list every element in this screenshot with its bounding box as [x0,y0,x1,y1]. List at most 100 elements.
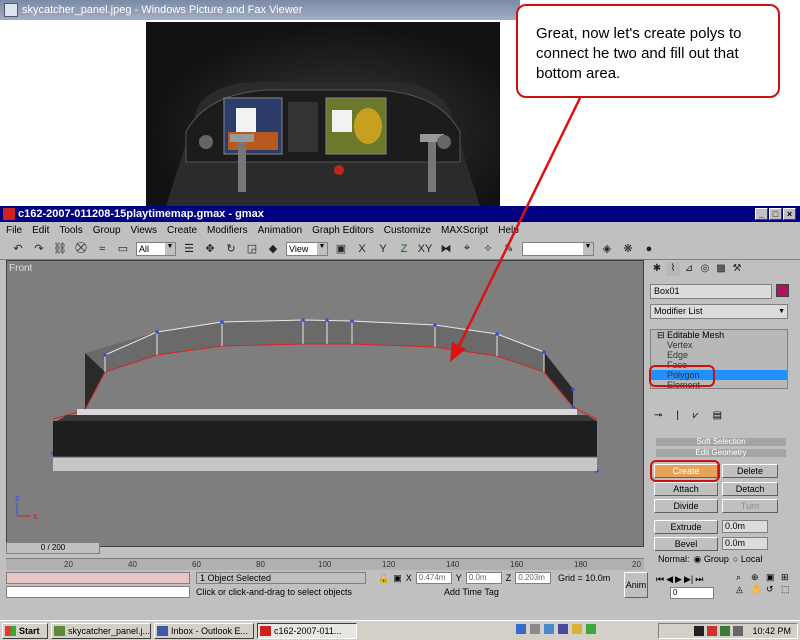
render-icon[interactable]: ❋ [620,241,636,257]
previous-frame-icon[interactable]: ◀ [666,574,673,585]
pan-icon[interactable]: ✋ [751,584,765,595]
go-to-start-icon[interactable]: ⏮ [656,574,664,585]
volume-icon[interactable] [733,626,744,636]
show-end-result-icon[interactable]: | [676,410,679,421]
go-to-end-icon[interactable]: ⏭ [695,574,703,585]
stack-item-editable-mesh[interactable]: ⊟ Editable Mesh [651,330,787,340]
x-coordinate-field[interactable]: 0.474m [415,572,452,584]
animate-button[interactable]: Anim [624,572,648,598]
zoom-extents-all-icon[interactable]: ⊞ [781,572,795,583]
settings-icon[interactable] [530,624,540,634]
make-unique-icon[interactable]: ⩗ [693,410,699,421]
folder-icon[interactable] [572,624,582,634]
maximize-button[interactable]: □ [769,208,782,220]
task-picture-viewer[interactable]: skycatcher_panel.j... [51,622,151,639]
minimize-button[interactable]: _ [755,208,768,220]
unlink-icon[interactable]: ⛒ [73,241,89,257]
network-icon[interactable] [516,624,526,634]
extrude-button[interactable]: Extrude [654,520,718,534]
add-time-tag[interactable]: Add Time Tag [444,587,499,597]
current-frame-field[interactable]: 0 [670,587,714,599]
snap-icon[interactable]: ✧ [480,241,496,257]
menu-graph-editors[interactable]: Graph Editors [312,225,374,236]
task-gmax[interactable]: c162-2007-011... [257,622,357,639]
restrict-xy-icon[interactable]: XY [417,241,433,257]
select-region-icon[interactable]: ▭ [115,241,131,257]
extrude-amount-field[interactable]: 0.0m [722,520,768,533]
object-name-field[interactable]: Box01 [650,284,772,299]
configure-sets-icon[interactable]: ▤ [713,410,722,421]
arc-rotate-icon[interactable]: ↺ [766,584,780,595]
restrict-x-icon[interactable]: X [354,241,370,257]
viewer-titlebar[interactable]: skycatcher_panel.jpeg - Windows Picture … [0,0,520,20]
normal-local-radio[interactable]: ○ Local [733,554,762,565]
quick-render-icon[interactable]: ● [641,241,657,257]
display-icon[interactable] [694,626,705,636]
bevel-button[interactable]: Bevel [654,537,718,551]
start-button[interactable]: Start [2,622,48,639]
hierarchy-tab-icon[interactable]: ⊿ [682,262,696,276]
restrict-z-icon[interactable]: Z [396,241,412,257]
stack-item-edge[interactable]: Edge [651,350,787,360]
edit-geometry-rollout[interactable]: Edit Geometry [656,449,786,457]
menu-maxscript[interactable]: MAXScript [441,225,488,236]
attach-button[interactable]: Attach [654,482,718,496]
scale-icon[interactable]: ◲ [244,241,260,257]
select-link-icon[interactable]: ⛓ [52,241,68,257]
maxscript-listener-mini[interactable] [6,572,190,584]
reference-coordinate-dropdown[interactable]: View ▼ [286,241,328,256]
menu-modifiers[interactable]: Modifiers [207,225,248,236]
bind-icon[interactable]: ≈ [94,241,110,257]
align-icon[interactable]: ⌖ [459,241,475,257]
zoom-icon[interactable]: ⌕ [736,572,750,583]
rotate-icon[interactable]: ↻ [223,241,239,257]
create-tab-icon[interactable]: ✱ [650,262,664,276]
zoom-all-icon[interactable]: ⊕ [751,572,765,583]
motion-tab-icon[interactable]: ◎ [698,262,712,276]
modify-tab-icon[interactable]: ⌇ [666,262,680,276]
menu-group[interactable]: Group [93,225,121,236]
clock[interactable]: 10:42 PM [752,626,791,636]
divide-button[interactable]: Divide [654,499,718,513]
outlook-tray-icon[interactable] [558,624,568,634]
menu-animation[interactable]: Animation [258,225,302,236]
menu-tools[interactable]: Tools [59,225,82,236]
mirror-icon[interactable]: ⧓ [438,241,454,257]
security-icon[interactable] [720,626,731,636]
undo-icon[interactable]: ↶ [10,241,26,257]
time-slider[interactable]: 0 / 200 [6,542,100,554]
material-editor-icon[interactable]: ◈ [599,241,615,257]
front-viewport[interactable]: Front z x [6,260,644,547]
maximize-viewport-icon[interactable]: ⬚ [781,584,795,595]
display-tab-icon[interactable]: ▩ [714,262,728,276]
menu-edit[interactable]: Edit [32,225,49,236]
messenger-icon[interactable] [544,624,554,634]
object-color-swatch[interactable] [776,284,789,297]
normal-group-radio[interactable]: ◉ Group [694,554,729,565]
absolute-mode-icon[interactable]: ▣ [393,573,402,584]
gmax-titlebar[interactable]: c162-2007-011208-15playtimemap.gmax - gm… [0,206,800,222]
menu-create[interactable]: Create [167,225,197,236]
named-selection-icon[interactable]: ✎ [501,241,517,257]
select-by-name-icon[interactable]: ☰ [181,241,197,257]
z-coordinate-field[interactable]: 0.203m [515,572,552,584]
viewport-label[interactable]: Front [9,263,32,274]
restrict-y-icon[interactable]: Y [375,241,391,257]
stack-item-vertex[interactable]: Vertex [651,340,787,350]
next-frame-icon[interactable]: ▶| [684,574,693,585]
menu-help[interactable]: Help [498,225,519,236]
field-of-view-icon[interactable]: ◬ [736,584,750,595]
close-button[interactable]: × [783,208,796,220]
menu-customize[interactable]: Customize [384,225,431,236]
pin-stack-icon[interactable]: ⊸ [654,410,662,421]
squash-icon[interactable]: ◆ [265,241,281,257]
maxscript-output-mini[interactable] [6,586,190,598]
modifier-list-dropdown[interactable]: Modifier List ▼ [650,304,788,319]
detach-button[interactable]: Detach [722,482,778,496]
antivirus-icon[interactable] [707,626,718,636]
menu-file[interactable]: File [6,225,22,236]
y-coordinate-field[interactable]: 0.0m [465,572,502,584]
utilities-tab-icon[interactable]: ⚒ [730,262,744,276]
delete-button[interactable]: Delete [722,464,778,478]
menu-views[interactable]: Views [131,225,158,236]
